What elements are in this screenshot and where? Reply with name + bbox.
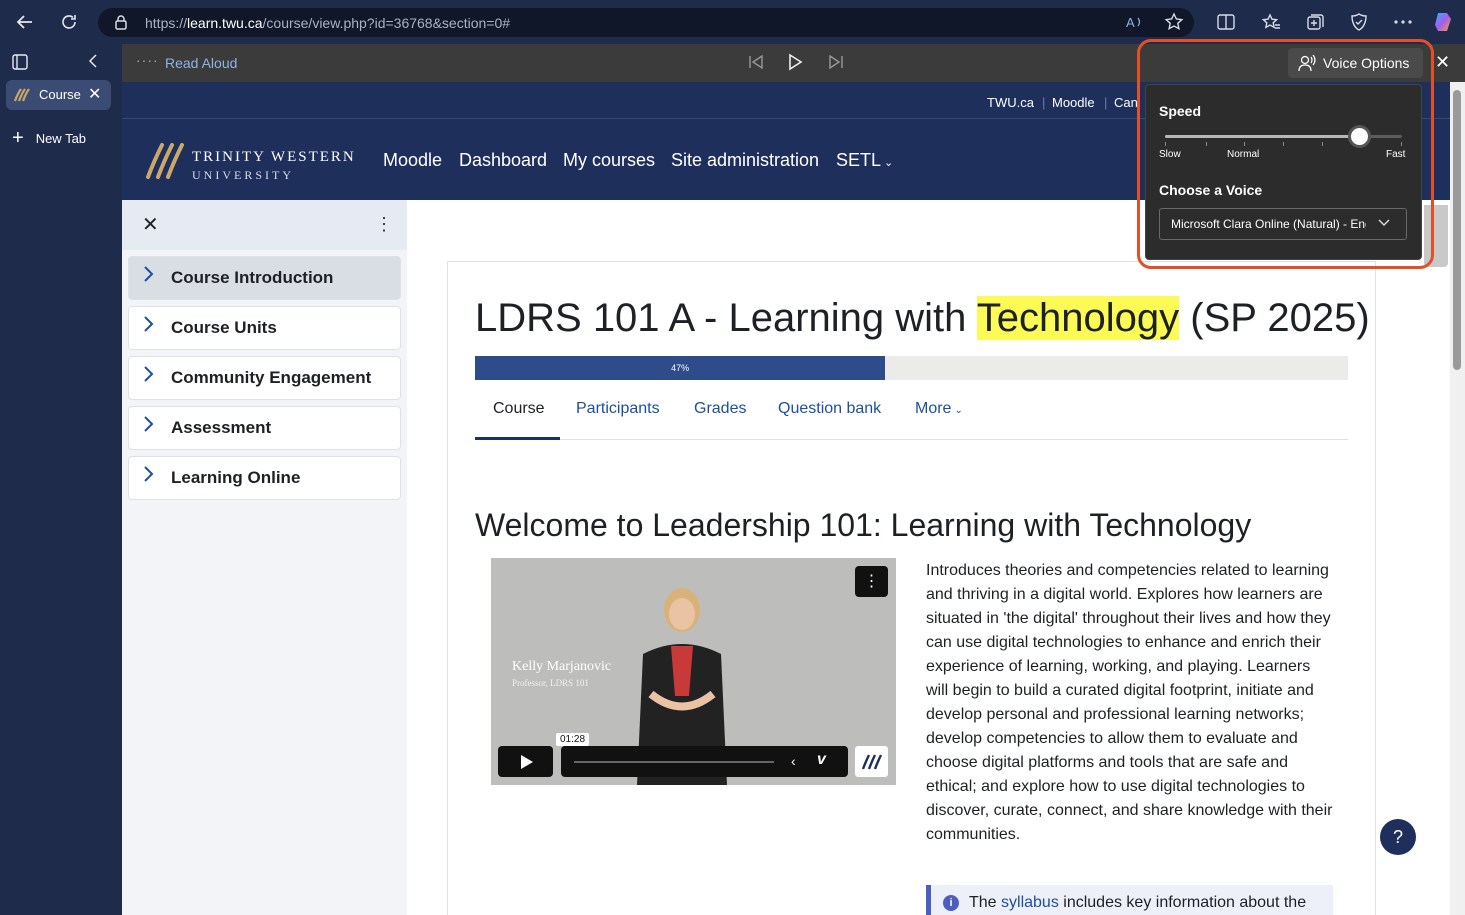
course-index-label: Learning Online: [171, 468, 301, 487]
annotation-highlight-ring: [1137, 39, 1434, 269]
course-index-drawer: ✕ ⋮ Course Introduction Course Units Com…: [122, 200, 407, 915]
course-progress-bar: 47%: [475, 356, 1348, 380]
favorite-star-icon[interactable]: [1162, 10, 1186, 34]
presenter-name: Kelly Marjanovic: [512, 659, 612, 674]
video-menu-icon[interactable]: ⋮: [855, 566, 888, 597]
more-menu-icon[interactable]: [1391, 10, 1415, 34]
vimeo-video-player[interactable]: Kelly Marjanovic Professor, LDRS 101 ⋮ ‹…: [491, 558, 896, 785]
divider: |: [1042, 95, 1046, 110]
drag-handle-icon[interactable]: ····: [136, 52, 159, 68]
syllabus-text: The syllabus includes key information ab…: [969, 894, 1307, 911]
course-index-item[interactable]: Assessment: [128, 406, 401, 450]
logo-line-2: UNIVERSITY: [192, 168, 294, 182]
close-drawer-icon[interactable]: ✕: [142, 212, 159, 237]
chevron-right-icon[interactable]: [142, 465, 154, 488]
twu-badge-icon[interactable]: [855, 746, 888, 777]
read-aloud-icon[interactable]: A: [1123, 10, 1147, 34]
chevron-down-icon: ⌄: [954, 405, 963, 416]
course-index-item[interactable]: Community Engagement: [128, 356, 401, 400]
welcome-heading: Welcome to Leadership 101: Learning with…: [475, 507, 1252, 543]
video-play-button[interactable]: [498, 746, 553, 777]
nav-moodle[interactable]: Moodle: [383, 150, 442, 171]
read-aloud-highlight: Technology: [976, 296, 1180, 340]
browser-essentials-icon[interactable]: [1347, 10, 1371, 34]
browser-toolbar: https://learn.twu.ca/course/view.php?id=…: [0, 0, 1465, 44]
favorites-icon[interactable]: [1259, 10, 1283, 34]
next-icon[interactable]: [828, 52, 844, 77]
tab-divider: [475, 439, 1348, 440]
new-tab-button[interactable]: + New Tab: [12, 127, 86, 150]
progress-fill: 47%: [475, 356, 886, 380]
help-button[interactable]: ?: [1380, 819, 1416, 855]
course-index-label: Course Units: [171, 318, 277, 337]
previous-icon[interactable]: [748, 52, 764, 77]
syllabus-notice: i The syllabus includes key information …: [926, 885, 1333, 915]
play-icon: [521, 755, 533, 769]
lock-icon[interactable]: [114, 14, 128, 35]
link-twu[interactable]: TWU.ca: [987, 95, 1034, 110]
syllabus-link[interactable]: syllabus: [1001, 894, 1059, 911]
course-index-label: Community Engagement: [171, 368, 372, 387]
nav-dashboard[interactable]: Dashboard: [459, 150, 547, 171]
close-read-aloud-icon[interactable]: ✕: [1435, 52, 1450, 73]
refresh-icon[interactable]: [55, 8, 83, 36]
active-tab-indicator: [475, 437, 560, 440]
read-aloud-label: Read Aloud: [165, 55, 238, 71]
tab-actions-icon[interactable]: [12, 54, 28, 75]
address-bar[interactable]: https://learn.twu.ca/course/view.php?id=…: [98, 8, 1194, 37]
link-moodle[interactable]: Moodle: [1052, 95, 1095, 110]
chevron-left-icon[interactable]: ‹: [791, 753, 796, 769]
divider: |: [1104, 95, 1108, 110]
twu-logo[interactable]: TRINITY WESTERN UNIVERSITY: [144, 141, 354, 182]
tab-label: Course: [39, 87, 81, 102]
tab-grades[interactable]: Grades: [694, 400, 746, 418]
kebab-menu-icon[interactable]: ⋮: [375, 214, 393, 235]
link-can[interactable]: Can: [1114, 95, 1138, 110]
logo-line-1: TRINITY WESTERN: [192, 149, 356, 165]
course-description: Introduces theories and competencies rel…: [926, 562, 1333, 843]
split-screen-icon[interactable]: [1214, 10, 1238, 34]
video-timestamp: 01:28: [556, 733, 590, 746]
collapse-rail-icon[interactable]: [88, 53, 98, 74]
tab-participants[interactable]: Participants: [576, 400, 660, 418]
drawer-header: ✕ ⋮: [122, 200, 407, 250]
plus-icon: +: [12, 127, 24, 149]
tab-more[interactable]: More ⌄: [915, 400, 963, 418]
tab-course[interactable]: Course ✕: [6, 80, 111, 110]
url-text: https://learn.twu.ca/course/view.php?id=…: [145, 15, 511, 31]
nav-site-administration[interactable]: Site administration: [671, 150, 819, 171]
chevron-down-icon: ⌄: [884, 157, 894, 169]
chevron-right-icon[interactable]: [142, 365, 154, 388]
info-icon: i: [943, 895, 959, 911]
new-tab-label: New Tab: [35, 131, 87, 146]
twu-favicon-icon: [13, 86, 31, 109]
course-index-item[interactable]: Learning Online: [128, 456, 401, 500]
course-index-label: Course Introduction: [171, 268, 334, 287]
page-scrollbar[interactable]: [1450, 82, 1465, 915]
back-icon[interactable]: [11, 8, 39, 36]
chevron-right-icon[interactable]: [142, 415, 154, 438]
scrollbar-thumb[interactable]: [1453, 90, 1461, 370]
svg-text:A: A: [1126, 15, 1135, 30]
course-index-item[interactable]: Course Introduction: [128, 256, 401, 300]
course-index-label: Assessment: [171, 418, 272, 437]
vimeo-logo-icon[interactable]: v: [817, 751, 826, 769]
collections-icon[interactable]: [1303, 10, 1327, 34]
copilot-icon[interactable]: [1432, 10, 1456, 34]
presenter-role: Professor, LDRS 101: [512, 678, 589, 688]
vertical-tab-rail: Course ✕ + New Tab: [0, 44, 122, 915]
chevron-right-icon[interactable]: [142, 315, 154, 338]
nav-setl[interactable]: SETL ⌄: [836, 150, 893, 171]
course-title: LDRS 101 A - Learning with Technology (S…: [475, 296, 1370, 340]
course-index-item[interactable]: Course Units: [128, 306, 401, 350]
video-scrubber[interactable]: [574, 761, 774, 763]
video-control-bar: ‹ v: [561, 746, 848, 777]
close-tab-icon[interactable]: ✕: [88, 84, 101, 104]
tab-course[interactable]: Course: [493, 400, 545, 418]
chevron-right-icon[interactable]: [142, 265, 154, 288]
play-icon[interactable]: [787, 52, 803, 77]
nav-my-courses[interactable]: My courses: [563, 150, 655, 171]
tab-question-bank[interactable]: Question bank: [778, 400, 881, 418]
